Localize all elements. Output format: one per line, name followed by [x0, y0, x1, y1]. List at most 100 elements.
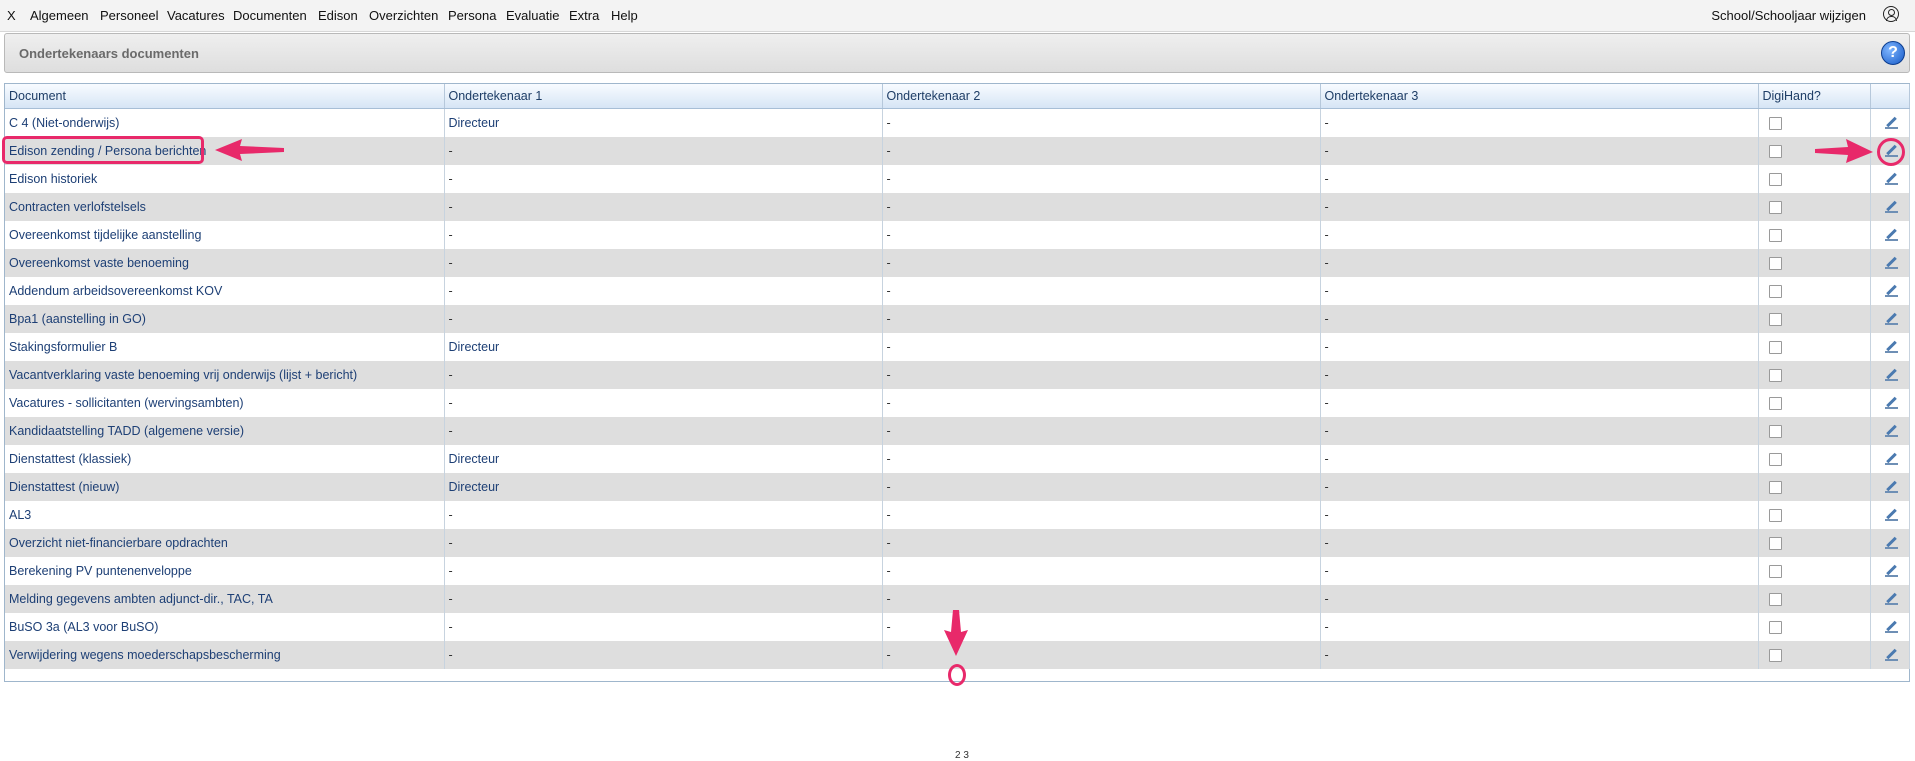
table-row[interactable]: Melding gegevens ambten adjunct-dir., TA… [5, 585, 1910, 613]
digihand-checkbox[interactable] [1768, 481, 1782, 495]
menu-documenten[interactable]: Documenten [233, 8, 307, 23]
table-row[interactable]: Bpa1 (aanstelling in GO) - - - [5, 305, 1910, 333]
digihand-checkbox[interactable] [1768, 453, 1782, 467]
document-cell[interactable]: Overzicht niet-financierbare opdrachten [5, 529, 445, 557]
edit-icon[interactable] [1884, 481, 1898, 494]
document-cell[interactable]: AL3 [5, 501, 445, 529]
menu-persona[interactable]: Persona [448, 8, 496, 23]
col-header-signer-2[interactable]: Ondertekenaar 2 [882, 84, 1321, 109]
edit-icon[interactable] [1884, 229, 1898, 242]
edit-icon[interactable] [1884, 285, 1898, 298]
edit-icon[interactable] [1884, 173, 1898, 186]
edit-icon[interactable] [1884, 621, 1898, 634]
digihand-checkbox[interactable] [1768, 509, 1782, 523]
col-header-signer-1[interactable]: Ondertekenaar 1 [444, 84, 883, 109]
table-row[interactable]: Overeenkomst tijdelijke aanstelling - - - [5, 221, 1910, 249]
edit-icon[interactable] [1884, 313, 1898, 326]
edit-icon[interactable] [1884, 537, 1898, 550]
digihand-checkbox[interactable] [1768, 649, 1782, 663]
table-row[interactable]: Edison historiek - - - [5, 165, 1910, 193]
table-row[interactable]: Contracten verlofstelsels - - - [5, 193, 1910, 221]
digihand-checkbox[interactable] [1768, 397, 1782, 411]
document-cell[interactable]: Overeenkomst vaste benoeming [5, 249, 445, 277]
edit-icon[interactable] [1884, 593, 1898, 606]
document-cell[interactable]: Vacantverklaring vaste benoeming vrij on… [5, 361, 445, 389]
edit-icon[interactable] [1884, 257, 1898, 270]
document-cell[interactable]: Verwijdering wegens moederschapsbescherm… [5, 641, 445, 669]
table-row[interactable]: Addendum arbeidsovereenkomst KOV - - - [5, 277, 1910, 305]
digihand-checkbox[interactable] [1768, 593, 1782, 607]
digihand-checkbox[interactable] [1768, 173, 1782, 187]
digihand-cell [1758, 445, 1871, 473]
edit-icon[interactable] [1884, 117, 1898, 130]
document-cell[interactable]: Melding gegevens ambten adjunct-dir., TA… [5, 585, 445, 613]
digihand-checkbox[interactable] [1768, 425, 1782, 439]
change-school-link[interactable]: School/Schooljaar wijzigen [1711, 8, 1866, 23]
edit-icon[interactable] [1884, 509, 1898, 522]
edit-icon[interactable] [1884, 565, 1898, 578]
menu-vacatures[interactable]: Vacatures [167, 8, 225, 23]
col-header-signer-3[interactable]: Ondertekenaar 3 [1320, 84, 1759, 109]
menu-extra[interactable]: Extra [569, 8, 599, 23]
edit-icon[interactable] [1884, 369, 1898, 382]
edit-icon[interactable] [1884, 425, 1898, 438]
table-row[interactable]: Dienstattest (nieuw) Directeur - - [5, 473, 1910, 501]
document-cell[interactable]: Addendum arbeidsovereenkomst KOV [5, 277, 445, 305]
digihand-checkbox[interactable] [1768, 229, 1782, 243]
digihand-checkbox[interactable] [1768, 257, 1782, 271]
menu-evaluatie[interactable]: Evaluatie [506, 8, 559, 23]
table-row[interactable]: Kandidaatstelling TADD (algemene versie)… [5, 417, 1910, 445]
document-cell[interactable]: Dienstattest (nieuw) [5, 473, 445, 501]
digihand-checkbox[interactable] [1768, 537, 1782, 551]
user-icon[interactable] [1883, 6, 1899, 22]
document-cell[interactable]: Kandidaatstelling TADD (algemene versie) [5, 417, 445, 445]
digihand-checkbox[interactable] [1768, 369, 1782, 383]
col-header-digihand[interactable]: DigiHand? [1758, 84, 1871, 109]
table-row[interactable]: Stakingsformulier B Directeur - - [5, 333, 1910, 361]
document-cell[interactable]: Stakingsformulier B [5, 333, 445, 361]
document-cell[interactable]: BuSO 3a (AL3 voor BuSO) [5, 613, 445, 641]
document-cell[interactable]: Bpa1 (aanstelling in GO) [5, 305, 445, 333]
table-row[interactable]: AL3- - - [5, 501, 1910, 529]
edit-icon[interactable] [1884, 341, 1898, 354]
table-row[interactable]: Vacatures - sollicitanten (wervingsambte… [5, 389, 1910, 417]
menu-personeel[interactable]: Personeel [100, 8, 159, 23]
menu-help[interactable]: Help [611, 8, 638, 23]
digihand-checkbox[interactable] [1768, 621, 1782, 635]
document-cell[interactable]: Dienstattest (klassiek) [5, 445, 445, 473]
edit-icon[interactable] [1884, 453, 1898, 466]
document-cell[interactable]: C 4 (Niet-onderwijs) [5, 108, 445, 137]
table-row[interactable]: Overeenkomst vaste benoeming - - - [5, 249, 1910, 277]
table-row[interactable]: Overzicht niet-financierbare opdrachten -… [5, 529, 1910, 557]
digihand-checkbox[interactable] [1768, 565, 1782, 579]
table-row[interactable]: C 4 (Niet-onderwijs) Directeur - - [5, 108, 1910, 137]
digihand-checkbox[interactable] [1768, 201, 1782, 215]
edit-icon[interactable] [1884, 397, 1898, 410]
menu-overzichten[interactable]: Overzichten [369, 8, 438, 23]
table-row[interactable]: BuSO 3a (AL3 voor BuSO) - - - [5, 613, 1910, 641]
digihand-checkbox[interactable] [1768, 313, 1782, 327]
table-row[interactable]: Vacantverklaring vaste benoeming vrij on… [5, 361, 1910, 389]
document-cell[interactable]: Edison historiek [5, 165, 445, 193]
edit-icon[interactable] [1884, 649, 1898, 662]
close-menu-item[interactable]: X [7, 8, 16, 23]
document-cell[interactable]: Contracten verlofstelsels [5, 193, 445, 221]
document-cell[interactable]: Overeenkomst tijdelijke aanstelling [5, 221, 445, 249]
edit-icon[interactable] [1884, 201, 1898, 214]
digihand-checkbox[interactable] [1768, 145, 1782, 159]
digihand-checkbox[interactable] [1768, 285, 1782, 299]
document-cell[interactable]: Vacatures - sollicitanten (wervingsambte… [5, 389, 445, 417]
pager[interactable]: 2 3 [955, 750, 969, 761]
table-row[interactable]: Dienstattest (klassiek) Directeur - - [5, 445, 1910, 473]
menu-edison[interactable]: Edison [318, 8, 358, 23]
title-panel: Ondertekenaars documenten ? [4, 33, 1910, 73]
menu-algemeen[interactable]: Algemeen [30, 8, 89, 23]
col-header-document[interactable]: Document [5, 84, 445, 109]
signer-2-cell: - [882, 557, 1321, 585]
help-icon[interactable]: ? [1881, 41, 1905, 65]
table-row[interactable]: Edison zending / Persona berichten - - - [5, 137, 1910, 165]
digihand-checkbox[interactable] [1768, 117, 1782, 131]
digihand-checkbox[interactable] [1768, 341, 1782, 355]
document-cell[interactable]: Berekening PV puntenenveloppe [5, 557, 445, 585]
table-row[interactable]: Berekening PV puntenenveloppe - - - [5, 557, 1910, 585]
